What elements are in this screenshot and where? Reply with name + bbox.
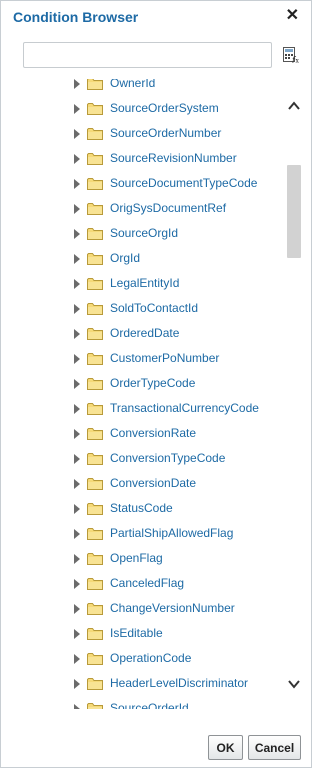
expand-triangle-icon[interactable] (74, 454, 80, 464)
expand-triangle-icon[interactable] (74, 704, 80, 709)
condition-browser-dialog: Condition Browser ✕ f x OwnerId SourceOrd… (0, 0, 312, 768)
folder-icon (87, 303, 103, 315)
tree-node-label[interactable]: SourceOrderId (110, 701, 189, 709)
expand-triangle-icon[interactable] (74, 79, 80, 89)
expand-triangle-icon[interactable] (74, 329, 80, 339)
tree-node-label[interactable]: SourceOrderNumber (110, 126, 221, 140)
folder-icon (87, 103, 103, 115)
tree-node-label[interactable]: PartialShipAllowedFlag (110, 526, 233, 540)
expand-triangle-icon[interactable] (74, 354, 80, 364)
tree-node-label[interactable]: StatusCode (110, 501, 173, 515)
folder-icon (87, 228, 103, 240)
expand-triangle-icon[interactable] (74, 279, 80, 289)
folder-icon (87, 428, 103, 440)
tree-node-label[interactable]: OrigSysDocumentRef (110, 201, 226, 215)
cancel-button[interactable]: Cancel (248, 735, 301, 760)
tree-node-label[interactable]: OwnerId (110, 79, 155, 90)
expand-triangle-icon[interactable] (74, 404, 80, 414)
tree-node-label[interactable]: IsEditable (110, 626, 163, 640)
tree-node-label[interactable]: SourceOrderSystem (110, 101, 219, 115)
tree-node-label[interactable]: SourceRevisionNumber (110, 151, 237, 165)
expand-triangle-icon[interactable] (74, 679, 80, 689)
tree-node-label[interactable]: TransactionalCurrencyCode (110, 401, 259, 415)
expand-triangle-icon[interactable] (74, 529, 80, 539)
attribute-tree[interactable]: OwnerId SourceOrderSystem SourceOrderNumbe… (1, 79, 283, 709)
folder-icon (87, 478, 103, 490)
tree-node-label[interactable]: ConversionTypeCode (110, 451, 225, 465)
folder-icon (87, 628, 103, 640)
expand-triangle-icon[interactable] (74, 504, 80, 514)
expand-triangle-icon[interactable] (74, 579, 80, 589)
expand-triangle-icon[interactable] (74, 304, 80, 314)
tree-node-label[interactable]: OrgId (110, 251, 140, 265)
folder-icon (87, 703, 103, 709)
folder-icon (87, 578, 103, 590)
folder-icon (87, 453, 103, 465)
tree-node-label[interactable]: ConversionRate (110, 426, 196, 440)
expand-triangle-icon[interactable] (74, 129, 80, 139)
folder-icon (87, 528, 103, 540)
dialog-title: Condition Browser (13, 9, 139, 25)
search-input[interactable] (23, 42, 272, 68)
folder-icon (87, 503, 103, 515)
tree-node-label[interactable]: SourceDocumentTypeCode (110, 176, 257, 190)
expand-triangle-icon[interactable] (74, 429, 80, 439)
scroll-down-icon[interactable] (287, 677, 301, 691)
folder-icon (87, 553, 103, 565)
svg-text:x: x (296, 58, 300, 64)
folder-icon (87, 79, 103, 90)
calculator-fx-icon[interactable]: f x (283, 47, 299, 63)
expand-triangle-icon[interactable] (74, 229, 80, 239)
tree-node-label[interactable]: ConversionDate (110, 476, 196, 490)
vertical-scrollbar[interactable] (285, 91, 303, 701)
tree-node-label[interactable]: SoldToContactId (110, 301, 198, 315)
scroll-up-icon[interactable] (287, 99, 301, 113)
close-icon[interactable]: ✕ (286, 7, 299, 25)
expand-triangle-icon[interactable] (74, 554, 80, 564)
expand-triangle-icon[interactable] (74, 254, 80, 264)
tree-node-label[interactable]: HeaderLevelDiscriminator (110, 676, 248, 690)
expand-triangle-icon[interactable] (74, 104, 80, 114)
tree-node-label[interactable]: ChangeVersionNumber (110, 601, 235, 615)
folder-icon (87, 253, 103, 265)
folder-icon (87, 378, 103, 390)
folder-icon (87, 178, 103, 190)
expand-triangle-icon[interactable] (74, 379, 80, 389)
tree-node-label[interactable]: OpenFlag (110, 551, 163, 565)
tree-node-label[interactable]: CanceledFlag (110, 576, 184, 590)
expand-triangle-icon[interactable] (74, 479, 80, 489)
folder-icon (87, 203, 103, 215)
folder-icon (87, 328, 103, 340)
folder-icon (87, 653, 103, 665)
scroll-thumb[interactable] (287, 165, 301, 258)
expand-triangle-icon[interactable] (74, 629, 80, 639)
footer-divider (1, 713, 311, 714)
folder-icon (87, 403, 103, 415)
folder-icon (87, 678, 103, 690)
folder-icon (87, 603, 103, 615)
expand-triangle-icon[interactable] (74, 604, 80, 614)
expand-triangle-icon[interactable] (74, 654, 80, 664)
tree-pane: OwnerId SourceOrderSystem SourceOrderNumbe… (1, 79, 303, 709)
folder-icon (87, 153, 103, 165)
tree-node-label[interactable]: OrderTypeCode (110, 376, 195, 390)
expand-triangle-icon[interactable] (74, 179, 80, 189)
expand-triangle-icon[interactable] (74, 154, 80, 164)
tree-node-label[interactable]: OperationCode (110, 651, 191, 665)
tree-node-label[interactable]: CustomerPoNumber (110, 351, 219, 365)
tree-node-label[interactable]: LegalEntityId (110, 276, 179, 290)
expand-triangle-icon[interactable] (74, 204, 80, 214)
folder-icon (87, 278, 103, 290)
tree-node-label[interactable]: OrderedDate (110, 326, 179, 340)
folder-icon (87, 128, 103, 140)
ok-button[interactable]: OK (208, 735, 243, 760)
folder-icon (87, 353, 103, 365)
tree-node-label[interactable]: SourceOrgId (110, 226, 178, 240)
